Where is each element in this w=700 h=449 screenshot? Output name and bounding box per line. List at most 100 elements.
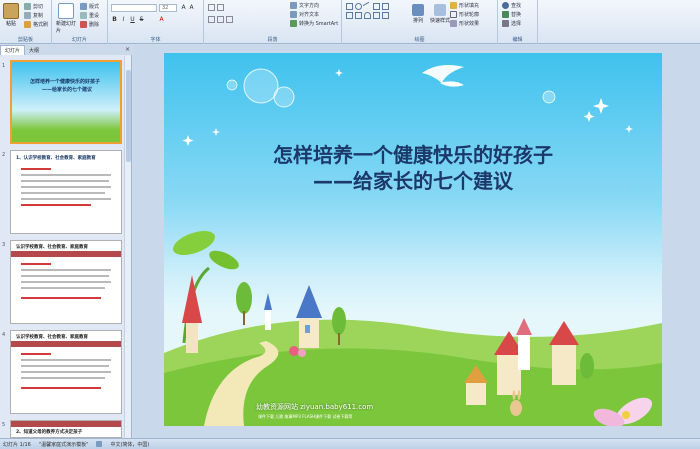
grow-font-icon[interactable]: A	[180, 4, 187, 11]
status-bar: 幻灯片 1/16 "温馨家庭式演示模板" 中文(简体，中国)	[0, 438, 700, 449]
replace-button[interactable]: 替换	[502, 11, 521, 18]
paragraph-label: 段落	[267, 37, 278, 43]
slide-title-line2[interactable]: ——给家长的七个建议	[164, 165, 662, 194]
thumb-text-line	[21, 174, 111, 176]
callout-shape-icon[interactable]	[355, 12, 362, 19]
outline-icon	[450, 11, 457, 18]
bird-icon	[422, 65, 464, 83]
pane-scrollbar[interactable]	[124, 56, 131, 438]
align-text-button[interactable]: 对齐文本	[290, 11, 319, 18]
clipboard-label: 剪贴板	[17, 37, 33, 43]
brush-icon	[24, 21, 31, 28]
font-size-combo[interactable]: 32	[159, 4, 177, 12]
tab-outline[interactable]: 大纲	[25, 46, 43, 55]
align-center-icon[interactable]	[217, 16, 224, 23]
thumb-header-bar	[11, 421, 121, 427]
drawing-label: 绘图	[414, 37, 425, 43]
rabbit-icon	[510, 400, 522, 416]
house-roof	[516, 318, 532, 335]
star-shape-icon[interactable]	[346, 12, 353, 19]
slide-background-art	[164, 65, 662, 426]
shape-effects-button[interactable]: 形状效果	[450, 20, 479, 27]
thumb-text-line	[21, 365, 109, 367]
format-painter-button[interactable]: 格式刷	[24, 21, 48, 28]
ribbon: 粘贴 剪切 复制 格式刷 剪贴板 新建幻灯片 版式 重设 删除 幻灯片 32 A…	[0, 0, 700, 44]
slide-thumb-3[interactable]: 认识学校教育、社会教育、家庭教育	[10, 240, 122, 324]
spellcheck-icon[interactable]	[96, 441, 103, 447]
curve-shape-icon[interactable]	[364, 12, 371, 19]
rectangle-shape-icon[interactable]	[346, 3, 353, 10]
layout-button[interactable]: 版式	[80, 3, 99, 10]
select-button[interactable]: 选择	[502, 20, 521, 27]
paragraph-group: 文字方向 对齐文本 转换为 SmartArt 段落	[204, 0, 342, 44]
editing-label: 编辑	[512, 37, 523, 43]
find-button[interactable]: 查找	[502, 2, 521, 9]
align-left-icon[interactable]	[208, 16, 215, 23]
slides-label: 幻灯片	[71, 37, 87, 43]
quick-styles-button[interactable]: 快速样式	[430, 4, 450, 24]
thumb-text-line	[21, 192, 105, 194]
slides-group: 新建幻灯片 版式 重设 删除 幻灯片	[52, 0, 108, 44]
fill-icon	[450, 2, 457, 9]
slide-thumb-5[interactable]: 2、知道父母的教养方式决定孩子	[10, 420, 122, 438]
thumb-text-line	[21, 297, 101, 299]
bullets-icon[interactable]	[208, 4, 215, 11]
numbering-icon[interactable]	[217, 4, 224, 11]
arrange-button[interactable]: 排列	[412, 4, 424, 24]
find-icon	[502, 2, 509, 9]
strikethrough-button[interactable]: S	[138, 16, 145, 23]
thumb-text-line	[21, 269, 111, 271]
text-direction-button[interactable]: 文字方向	[290, 2, 319, 9]
italic-button[interactable]: I	[120, 16, 127, 23]
thumb-number: 1	[2, 63, 6, 69]
thumb-text-line	[21, 377, 105, 379]
arrow-shape-icon[interactable]	[373, 3, 380, 10]
font-name-combo[interactable]	[111, 4, 157, 12]
bold-button[interactable]: B	[111, 16, 118, 23]
line-shape-icon[interactable]	[362, 1, 373, 12]
bubble-icon	[273, 86, 295, 108]
scrollbar-thumb[interactable]	[126, 70, 131, 162]
thumb-text-line	[21, 281, 111, 283]
cut-button[interactable]: 剪切	[24, 3, 43, 10]
editing-group: 查找 替换 选择 编辑	[498, 0, 538, 44]
thumb-text-line	[21, 198, 111, 200]
shape-outline-button[interactable]: 形状轮廓	[450, 11, 479, 18]
close-pane-icon[interactable]: ×	[125, 46, 130, 53]
flower-icon	[298, 349, 306, 357]
smartart-button[interactable]: 转换为 SmartArt	[290, 20, 338, 27]
thumb-number: 4	[2, 332, 6, 338]
more-shapes-icon[interactable]	[382, 12, 389, 19]
current-slide[interactable]: 怎样培养一个健康快乐的好孩子 ——给家长的七个建议 幼教资源网站 ziyuan.…	[164, 53, 662, 426]
shape-fill-button[interactable]: 形状填充	[450, 2, 479, 9]
slide-title-line1[interactable]: 怎样培养一个健康快乐的好孩子	[164, 139, 662, 168]
effects-icon	[450, 20, 457, 27]
thumb-text-line	[21, 359, 111, 361]
smartart-icon	[290, 20, 297, 27]
tab-slides[interactable]: 幻灯片	[0, 45, 26, 55]
paste-button[interactable]: 粘贴	[3, 3, 19, 27]
slide-thumb-1[interactable]: 怎样培养一个健康快乐的好孩子 ——给家长的七个建议	[10, 60, 122, 144]
delete-button[interactable]: 删除	[80, 21, 99, 28]
copy-button[interactable]: 复制	[24, 12, 43, 19]
slide-thumb-2[interactable]: 1、认识学校教育、社会教育、家庭教育	[10, 150, 122, 234]
font-color-button[interactable]: A	[158, 16, 165, 23]
tree-icon	[332, 307, 346, 335]
triangle-shape-icon[interactable]	[382, 3, 389, 10]
oval-shape-icon[interactable]	[355, 3, 362, 10]
thumb-text-line	[21, 180, 109, 182]
bubble-icon	[226, 79, 238, 91]
clipboard-group: 粘贴 剪切 复制 格式刷 剪贴板	[0, 0, 52, 44]
paste-icon	[3, 3, 19, 19]
shrink-font-icon[interactable]: A	[188, 4, 195, 11]
reset-icon	[80, 12, 87, 19]
align-right-icon[interactable]	[226, 16, 233, 23]
new-slide-button[interactable]: 新建幻灯片	[56, 3, 76, 34]
underline-button[interactable]: U	[129, 16, 136, 23]
site-links: 课件下载 儿歌 故事MP3 FLASH课件下载 试卷下载等	[258, 414, 353, 419]
house-roof	[549, 321, 579, 345]
slide-thumb-4[interactable]: 认识学校教育、社会教育、家庭教育	[10, 330, 122, 414]
brace-shape-icon[interactable]	[373, 12, 380, 19]
tree-icon	[236, 282, 252, 314]
reset-button[interactable]: 重设	[80, 12, 99, 19]
